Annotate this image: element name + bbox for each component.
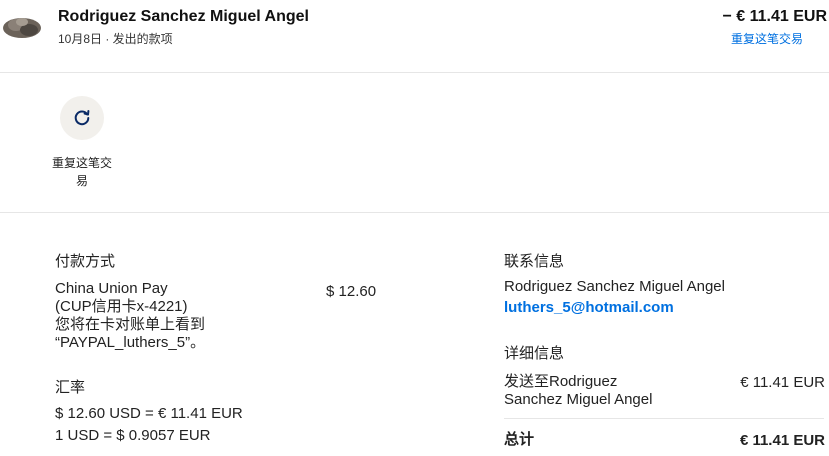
sent-to-line1: 发送至Rodriguez xyxy=(504,373,618,390)
repeat-transaction-button[interactable] xyxy=(60,96,104,140)
total-label: 总计 xyxy=(504,431,535,448)
contact-email-link[interactable]: luthers_5@hotmail.com xyxy=(504,299,674,316)
payment-method-line3: 您将在卡对账单上看到 xyxy=(55,316,206,333)
payment-method-heading: 付款方式 xyxy=(55,253,116,270)
transaction-amount: − € 11.41 EUR xyxy=(722,8,827,25)
sent-to-line2: Sanchez Miguel Angel xyxy=(504,391,653,408)
details-divider xyxy=(504,418,824,419)
sent-amount: € 11.41 EUR xyxy=(740,374,825,391)
transaction-date-type: 10月8日 · 发出的款项 xyxy=(58,32,173,46)
actions-section: 重复这笔交易 xyxy=(0,73,829,213)
payment-amount: $ 12.60 xyxy=(326,283,377,300)
avatar xyxy=(3,18,41,38)
exchange-rate: 1 USD = $ 0.9057 EUR xyxy=(55,427,211,444)
payment-method-line2: (CUP信用卡x-4221) xyxy=(55,298,188,315)
repeat-transaction-link[interactable]: 重复这笔交易 xyxy=(731,30,803,47)
payment-method-line4: “PAYPAL_luthers_5”。 xyxy=(55,334,206,351)
payee-name: Rodriguez Sanchez Miguel Angel xyxy=(58,8,309,25)
refresh-icon xyxy=(74,110,90,126)
exchange-conversion: $ 12.60 USD = € 11.41 EUR xyxy=(55,405,243,422)
details-heading: 详细信息 xyxy=(504,345,565,362)
contact-name: Rodriguez Sanchez Miguel Angel xyxy=(504,278,725,295)
payment-method-line1: China Union Pay xyxy=(55,280,168,297)
exchange-rate-heading: 汇率 xyxy=(55,379,86,396)
contact-info-heading: 联系信息 xyxy=(504,253,565,270)
repeat-transaction-label[interactable]: 重复这笔交易 xyxy=(48,154,116,190)
transaction-header: Rodriguez Sanchez Miguel Angel 10月8日 · 发… xyxy=(0,0,829,73)
total-amount: € 11.41 EUR xyxy=(739,432,825,449)
